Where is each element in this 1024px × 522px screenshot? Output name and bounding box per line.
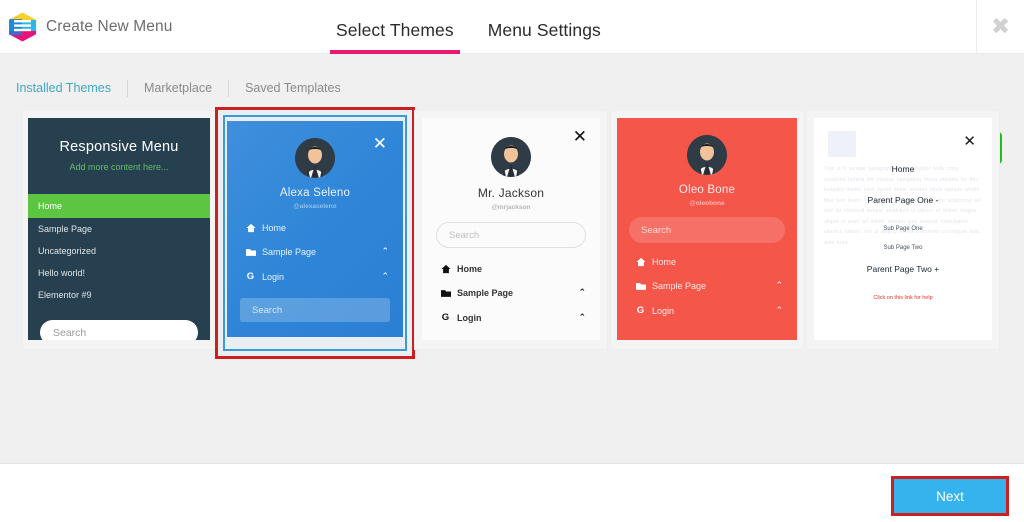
avatar: [491, 137, 531, 177]
list-item[interactable]: Sample Page ⌃: [617, 274, 797, 298]
tab-menu-settings[interactable]: Menu Settings: [482, 21, 607, 54]
list-item[interactable]: G Login ⌃: [227, 264, 403, 289]
content-area: Installed Themes Marketplace Saved Templ…: [0, 54, 1024, 463]
avatar: [295, 138, 335, 178]
tab-select-themes[interactable]: Select Themes: [330, 21, 460, 54]
list-item[interactable]: G Login ⌃: [422, 305, 600, 330]
list-item[interactable]: Home: [422, 257, 600, 281]
preview-search-input[interactable]: Search: [240, 298, 390, 322]
preview-subtitle: Add more content here...: [69, 162, 169, 172]
list-item-label: Home: [262, 223, 287, 233]
google-g-icon: G: [246, 271, 255, 282]
sub-navigation: Installed Themes Marketplace Saved Templ…: [0, 54, 1024, 102]
preview-user-handle: @oleobone: [689, 200, 725, 207]
close-icon[interactable]: ✖: [991, 15, 1010, 39]
theme-preview-overlay-white: ✕ This is a sample paragraph of placehol…: [814, 118, 992, 340]
next-button[interactable]: Next: [894, 479, 1006, 513]
preview-menu-list: Home Sample Page ⌃ G Login ⌃: [617, 250, 797, 323]
page-title: Create New Menu: [46, 17, 173, 35]
preview-menu-list: Home Sample Page ⌃ G Login ⌃: [422, 257, 600, 330]
brand: Create New Menu: [0, 12, 330, 42]
theme-card-alexa-seleno[interactable]: ✕ Alexa Seleno @alexaseleno Home Sample …: [215, 107, 415, 359]
list-item[interactable]: Hello world!: [28, 262, 210, 284]
home-icon: [438, 264, 453, 274]
home-icon: [243, 223, 258, 233]
chevron-up-icon[interactable]: ⌃: [381, 247, 389, 257]
list-item-label: Login: [652, 305, 675, 316]
preview-close-icon[interactable]: ✕: [573, 129, 587, 146]
chevron-up-icon[interactable]: ⌃: [381, 272, 389, 282]
list-item-label: Sample Page: [262, 247, 317, 257]
preview-user-name: Mr. Jackson: [477, 186, 545, 200]
chevron-up-icon[interactable]: ⌃: [775, 306, 783, 316]
preview-title: Responsive Menu: [59, 139, 179, 155]
folder-icon: [243, 248, 258, 257]
list-item-label: Sample Page: [652, 281, 707, 291]
preview-close-icon[interactable]: ✕: [373, 136, 387, 153]
preview-search-input[interactable]: Search: [436, 222, 586, 248]
help-link[interactable]: Click on this link for help: [814, 295, 992, 301]
list-item[interactable]: Sample Page ⌃: [227, 240, 403, 264]
theme-card-mr-jackson[interactable]: ✕ Mr. Jackson @mrjackson Search Home Sam…: [414, 110, 608, 350]
list-item[interactable]: Sample Page ⌃: [422, 281, 600, 305]
list-item[interactable]: Sub Page Two: [814, 245, 992, 251]
close-button[interactable]: ✖: [976, 0, 1024, 54]
chevron-up-icon[interactable]: ⌃: [775, 281, 783, 291]
google-g-icon: G: [441, 312, 450, 323]
theme-card-responsive-menu[interactable]: Responsive Menu Add more content here...…: [22, 110, 216, 350]
chevron-up-icon[interactable]: ⌃: [578, 313, 586, 323]
list-item-label: Login: [262, 271, 285, 282]
list-item[interactable]: Home: [617, 250, 797, 274]
theme-card-grid: Responsive Menu Add more content here...…: [0, 102, 1024, 359]
list-item-label: Login: [457, 312, 482, 323]
preview-user-handle: @mrjackson: [491, 204, 531, 211]
list-item[interactable]: Home: [814, 164, 992, 174]
list-item[interactable]: Sub Page One: [814, 226, 992, 232]
main-tabs: Select Themes Menu Settings: [330, 0, 607, 54]
list-item[interactable]: Elementor #9: [28, 284, 210, 306]
folder-icon: [438, 289, 453, 298]
list-item-label: Home: [457, 264, 483, 274]
hamburger-hexagon-logo-icon: [8, 12, 37, 42]
list-item-label: Home: [652, 257, 677, 267]
home-icon: [633, 257, 648, 267]
preview-menu-list: Home Sample Page ⌃ G Login ⌃: [227, 216, 403, 289]
theme-preview-alexa-seleno: ✕ Alexa Seleno @alexaseleno Home Sample …: [227, 121, 403, 337]
footer: Next: [0, 463, 1024, 522]
list-item[interactable]: Home: [227, 216, 403, 240]
list-item[interactable]: Home: [28, 194, 210, 218]
next-button-highlight: Next: [891, 476, 1009, 516]
preview-menu-list: Home Sample Page Uncategorized Hello wor…: [28, 194, 210, 306]
preview-menu-list: Home Parent Page One - Sub Page One Sub …: [814, 164, 992, 301]
subnav-item-marketplace[interactable]: Marketplace: [128, 81, 228, 95]
theme-preview-responsive-menu: Responsive Menu Add more content here...…: [28, 118, 210, 340]
list-item[interactable]: G Login ⌃: [617, 298, 797, 323]
theme-preview-oleo-bone: Oleo Bone @oleobone Search Home Sample P…: [617, 118, 797, 340]
list-item[interactable]: Uncategorized: [28, 240, 210, 262]
preview-close-icon[interactable]: ✕: [963, 132, 976, 150]
preview-search-input[interactable]: Search: [629, 217, 785, 243]
preview-user-handle: @alexaseleno: [293, 203, 337, 210]
preview-site-logo: [828, 131, 856, 157]
google-g-icon: G: [636, 305, 645, 316]
preview-user-name: Alexa Seleno: [279, 187, 351, 199]
preview-user-name: Oleo Bone: [678, 184, 736, 196]
theme-card-oleo-bone[interactable]: Oleo Bone @oleobone Search Home Sample P…: [610, 110, 804, 350]
subnav-item-installed-themes[interactable]: Installed Themes: [16, 81, 127, 95]
subnav-item-saved-templates[interactable]: Saved Templates: [229, 81, 357, 95]
list-item[interactable]: Parent Page One -: [814, 195, 992, 205]
avatar: [687, 135, 727, 175]
list-item[interactable]: Sample Page: [28, 218, 210, 240]
theme-preview-mr-jackson: ✕ Mr. Jackson @mrjackson Search Home Sam…: [422, 118, 600, 340]
app-header: Create New Menu Select Themes Menu Setti…: [0, 0, 1024, 54]
preview-search-input[interactable]: Search: [40, 320, 198, 340]
list-item[interactable]: Parent Page Two +: [814, 264, 992, 274]
list-item-label: Sample Page: [457, 288, 514, 298]
theme-card-overlay-white[interactable]: ✕ This is a sample paragraph of placehol…: [806, 110, 1000, 350]
chevron-up-icon[interactable]: ⌃: [578, 288, 586, 298]
folder-icon: [633, 282, 648, 291]
